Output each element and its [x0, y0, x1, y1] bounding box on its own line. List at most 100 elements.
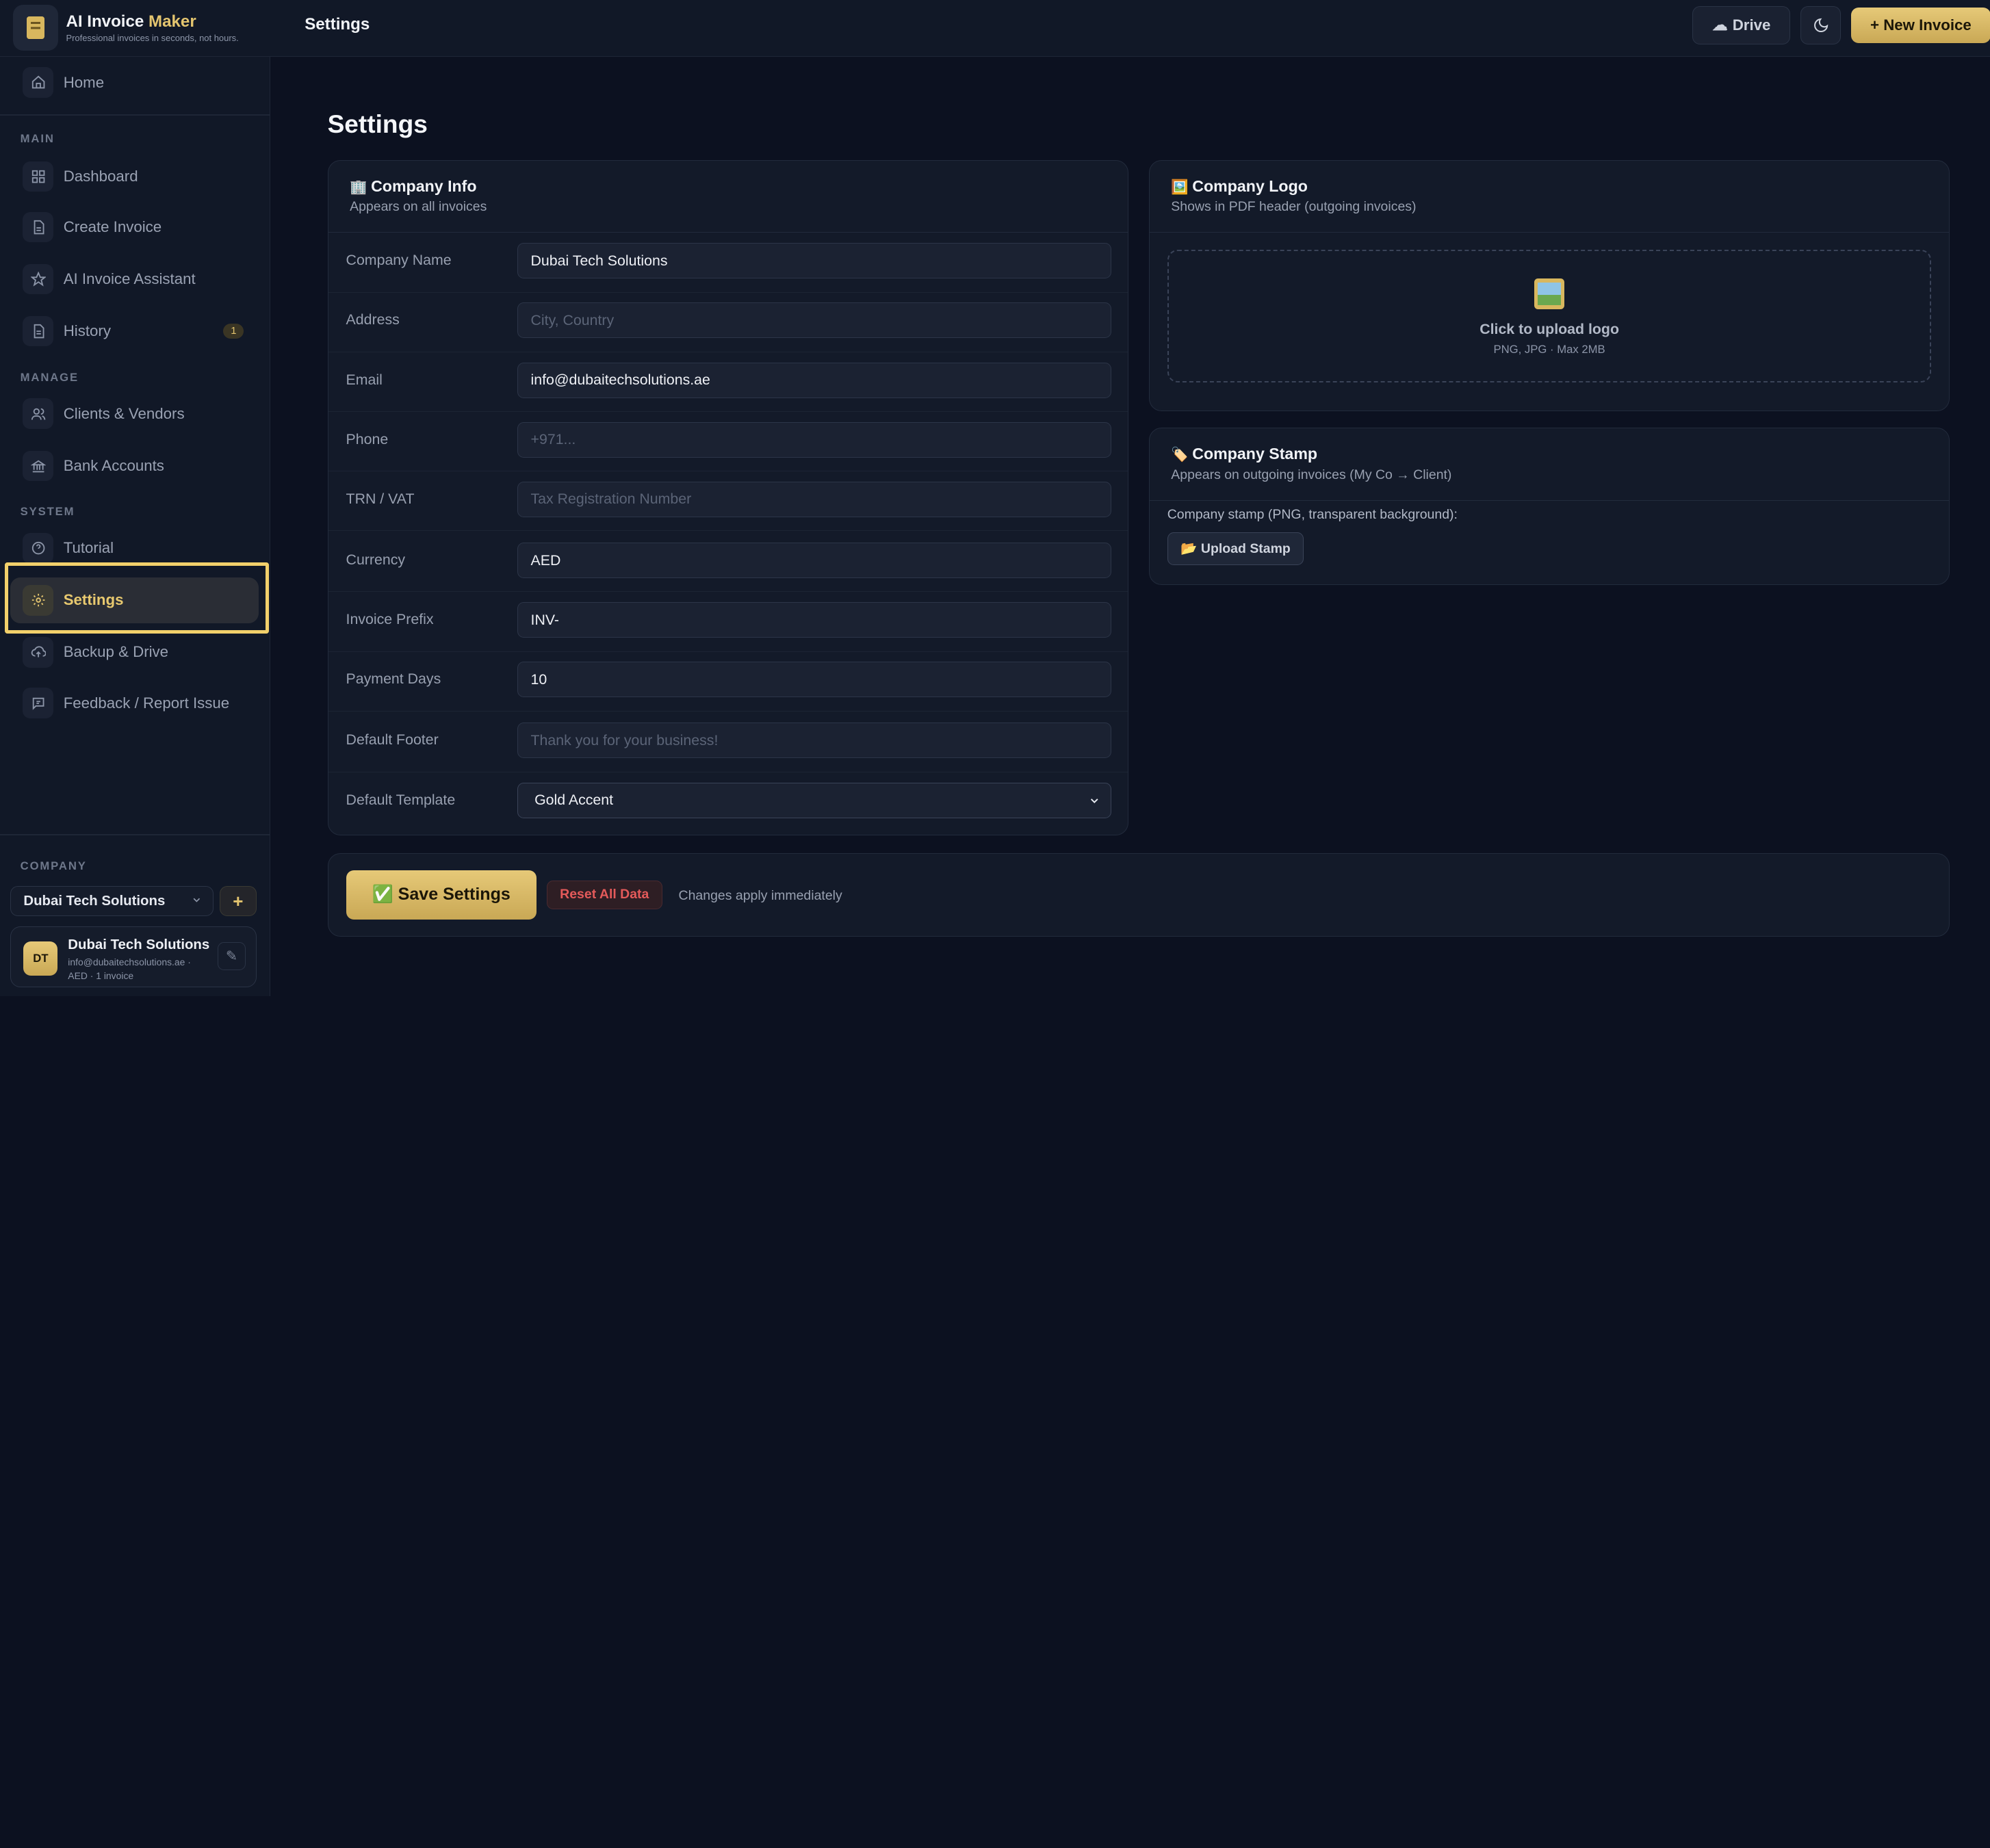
address-label: Address [346, 311, 400, 328]
trn-vat-field[interactable]: Tax Registration Number [517, 482, 1112, 517]
phone-label: Phone [346, 430, 389, 447]
trn-vat-label: TRN / VAT [346, 491, 415, 507]
currency-label: Currency [346, 551, 406, 569]
actions-bar: ✅ Save Settings Reset All Data Changes a… [327, 853, 1950, 937]
company-card-name: Dubai Tech Solutions [68, 937, 210, 952]
company-card[interactable]: DT Dubai Tech Solutions info@dubaitechso… [10, 926, 257, 988]
cloud-upload-icon [23, 637, 53, 668]
company-name-field[interactable]: Dubai Tech Solutions [517, 243, 1112, 279]
company-name-label: Company Name [346, 252, 452, 269]
theme-toggle-button[interactable] [1800, 6, 1842, 44]
history-count-badge: 1 [223, 324, 244, 339]
company-card-meta: info@dubaitechsolutions.ae · AED · 1 inv… [68, 956, 191, 982]
invoice-prefix-label: Invoice Prefix [346, 611, 434, 628]
form-row: TRN / VAT Tax Registration Number [328, 471, 1128, 532]
company-info-card: 🏢 Company Info Appears on all invoices Co… [327, 159, 1129, 835]
company-stamp-title: 🏷️ Company Stamp [1171, 445, 1318, 463]
moon-icon [1813, 18, 1828, 33]
message-icon [23, 688, 53, 718]
image-icon [1534, 278, 1565, 309]
company-stamp-subtitle: Appears on outgoing invoices (My Co → Cl… [1171, 467, 1452, 482]
brand[interactable]: AI Invoice Maker Professional invoices i… [12, 5, 239, 51]
payment-days-label: Payment Days [346, 671, 441, 688]
email-field[interactable]: info@dubaitechsolutions.ae [517, 362, 1112, 398]
form-row: Phone +971... [328, 412, 1128, 472]
form-row: Currency AED [328, 532, 1128, 593]
bank-icon [23, 450, 53, 482]
payment-days-field[interactable]: 10 [517, 662, 1112, 698]
upload-logo-label: Click to upload logo [1479, 320, 1619, 337]
section-label-system: SYSTEM [20, 505, 75, 519]
picture-icon: 🖼️ [1171, 179, 1189, 195]
drive-button[interactable]: ☁ Drive [1692, 6, 1791, 44]
label-icon: 🏷️ [1171, 447, 1189, 463]
upload-stamp-button[interactable]: 📂 Upload Stamp [1167, 532, 1304, 566]
sidebar-item-clients-vendors[interactable]: Clients & Vendors [10, 391, 259, 437]
grid-icon [23, 161, 53, 192]
default-template-select[interactable]: Gold Accent [517, 782, 1112, 818]
form-row: Address City, Country [328, 293, 1128, 352]
address-field[interactable]: City, Country [517, 302, 1112, 339]
sidebar-item-ai-assistant[interactable]: AI Invoice Assistant [10, 257, 259, 302]
stamp-field-label: Company stamp (PNG, transparent backgrou… [1167, 507, 1458, 523]
history-document-icon [23, 315, 53, 347]
default-template-label: Default Template [346, 791, 456, 808]
sidebar-item-dashboard[interactable]: Dashboard [10, 153, 259, 199]
page-title: Settings [327, 109, 428, 138]
company-logo-subtitle: Shows in PDF header (outgoing invoices) [1171, 199, 1417, 215]
logo-upload-zone[interactable]: Click to upload logo PNG, JPG · Max 2MB [1167, 249, 1932, 383]
reset-all-data-button[interactable]: Reset All Data [546, 880, 662, 910]
chevron-down-icon [1090, 798, 1098, 804]
form-row: Default Template Gold Accent [328, 772, 1128, 832]
star-icon [23, 263, 53, 295]
sidebar-item-backup-drive[interactable]: Backup & Drive [10, 629, 259, 675]
form-row: Invoice Prefix INV- [328, 592, 1128, 652]
default-footer-field[interactable]: Thank you for your business! [517, 723, 1112, 759]
sidebar-divider [0, 833, 271, 835]
invoice-prefix-field[interactable]: INV- [517, 602, 1112, 638]
building-icon: 🏢 [350, 179, 367, 195]
company-logo-card: 🖼️ Company Logo Shows in PDF header (outg… [1148, 159, 1950, 411]
currency-field[interactable]: AED [517, 543, 1112, 578]
save-settings-button[interactable]: ✅ Save Settings [346, 870, 537, 920]
app-tagline: Professional invoices in seconds, not ho… [66, 33, 239, 44]
upload-logo-note: PNG, JPG · Max 2MB [1493, 342, 1605, 356]
section-label-manage: MANAGE [20, 370, 79, 384]
sidebar-item-bank-accounts[interactable]: Bank Accounts [10, 443, 259, 489]
default-footer-label: Default Footer [346, 731, 439, 749]
new-invoice-button[interactable]: + New Invoice [1851, 8, 1990, 44]
company-logo-title: 🖼️ Company Logo [1171, 177, 1308, 195]
sidebar: Home MAIN Dashboard Create Invoice AI In… [0, 57, 271, 997]
edit-company-button[interactable]: ✎ [218, 942, 246, 971]
company-stamp-card: 🏷️ Company Stamp Appears on outgoing invo… [1148, 428, 1950, 586]
help-icon [23, 533, 53, 564]
topbar-title: Settings [305, 15, 370, 34]
avatar: DT [23, 941, 58, 976]
changes-note: Changes apply immediately [678, 887, 842, 903]
sidebar-item-home[interactable]: Home [10, 60, 259, 105]
app-title: AI Invoice Maker [66, 12, 196, 31]
form-row: Email info@dubaitechsolutions.ae [328, 352, 1128, 412]
form-row: Payment Days 10 [328, 652, 1128, 712]
chevron-down-icon [193, 898, 201, 902]
section-label-main: MAIN [20, 131, 55, 145]
top-bar: AI Invoice Maker Professional invoices i… [0, 0, 1990, 57]
sidebar-item-history[interactable]: History 1 [10, 309, 259, 354]
app-logo-icon [12, 5, 59, 51]
phone-field[interactable]: +971... [517, 421, 1112, 458]
settings-highlight-frame [5, 562, 270, 634]
sidebar-item-feedback[interactable]: Feedback / Report Issue [10, 680, 259, 726]
cloud-icon: ☁ [1712, 16, 1728, 34]
email-label: Email [346, 371, 383, 388]
form-row: Company Name Dubai Tech Solutions [328, 233, 1128, 293]
company-select[interactable]: Dubai Tech Solutions [10, 885, 214, 917]
app-root: AI Invoice Maker Professional invoices i… [0, 0, 1990, 997]
form-row: Default Footer Thank you for your busine… [328, 713, 1128, 772]
users-icon [23, 398, 53, 429]
add-company-button[interactable]: + [219, 885, 257, 917]
company-info-title: 🏢 Company Info [350, 177, 477, 195]
section-label-company: COMPANY [20, 859, 87, 872]
sidebar-item-create-invoice[interactable]: Create Invoice [10, 205, 259, 250]
document-icon [23, 211, 53, 243]
company-info-subtitle: Appears on all invoices [350, 199, 487, 215]
